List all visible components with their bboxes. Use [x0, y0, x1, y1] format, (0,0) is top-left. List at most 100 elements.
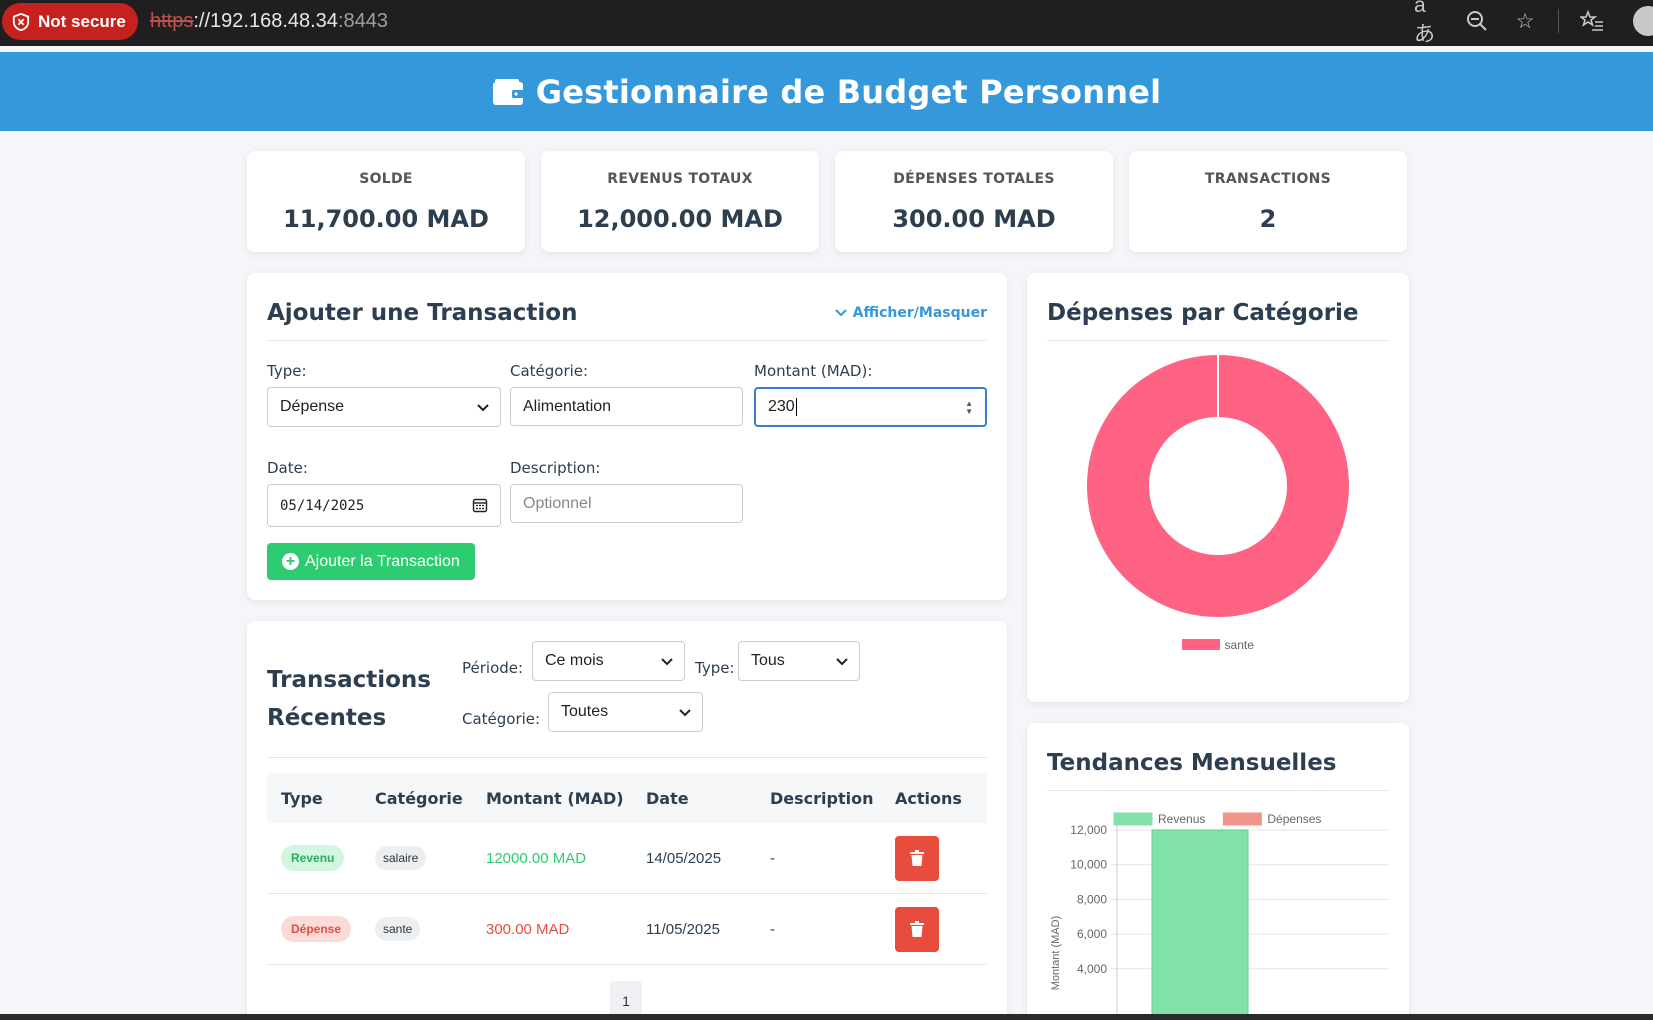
bar-revenus[interactable] [1151, 829, 1249, 1020]
legend-swatch [1182, 639, 1221, 651]
url-protocol: https [150, 10, 194, 32]
stat-value: 2 [1259, 205, 1277, 233]
legend-label: Revenus [1158, 812, 1205, 826]
favorites-icon[interactable] [1577, 6, 1607, 36]
table-row: Dépense sante 300.00 MAD 11/05/2025 - [267, 894, 987, 965]
window-bottom-edge [0, 1014, 1653, 1020]
add-transaction-card: Ajouter une Transaction Afficher/Masquer… [247, 273, 1007, 600]
toggle-form-link[interactable]: Afficher/Masquer [834, 305, 987, 321]
delete-button[interactable] [895, 835, 939, 881]
category-filter-label: Catégorie: [462, 710, 541, 728]
column-header: Type [281, 788, 323, 808]
stat-card-expenses: DÉPENSES TOTALES 300.00 MAD [835, 151, 1113, 252]
toggle-label: Afficher/Masquer [852, 305, 987, 321]
bookmark-star-icon[interactable]: ☆ [1510, 6, 1540, 36]
column-header: Actions [895, 788, 962, 808]
stat-card-transactions: TRANSACTIONS 2 [1129, 151, 1407, 252]
url-host: ://192.168.48.34 [193, 10, 338, 32]
y-tick-label: 12,000 [1070, 823, 1107, 837]
profile-avatar[interactable] [1633, 6, 1653, 36]
stat-card-income: REVENUS TOTAUX 12,000.00 MAD [541, 151, 819, 252]
stat-label: REVENUS TOTAUX [607, 171, 753, 187]
legend-label: Dépenses [1267, 812, 1321, 826]
description-input[interactable]: Optionnel [510, 484, 743, 523]
pie-chart [1085, 353, 1351, 619]
plus-circle-icon: + [282, 553, 299, 570]
stat-label: TRANSACTIONS [1204, 171, 1332, 187]
stat-value: 12,000.00 MAD [577, 205, 783, 233]
form-title: Ajouter une Transaction [267, 300, 578, 326]
category-input[interactable]: Alimentation [510, 387, 743, 426]
stat-label: SOLDE [359, 171, 413, 187]
date-input[interactable]: 05/14/2025 [267, 484, 501, 527]
trash-icon [910, 921, 924, 937]
date-cell: 14/05/2025 [646, 849, 722, 867]
type-select-value: Dépense [280, 398, 345, 415]
category-label: Catégorie: [510, 362, 589, 380]
y-axis-label: Montant (MAD) [1050, 916, 1062, 991]
text-cursor [795, 398, 797, 416]
type-filter-select[interactable]: Tous [738, 641, 860, 681]
calendar-icon[interactable] [472, 497, 488, 513]
period-filter-label: Période: [462, 659, 524, 677]
add-transaction-label: Ajouter la Transaction [305, 552, 460, 570]
stat-value: 300.00 MAD [892, 205, 1056, 233]
pie-slice[interactable] [1085, 353, 1351, 619]
divider [1047, 340, 1389, 341]
legend-swatch [1222, 812, 1262, 826]
number-spinner[interactable]: ▲ ▼ [965, 400, 973, 416]
stat-value: 11,700.00 MAD [283, 205, 489, 233]
type-badge: Revenu [281, 845, 345, 871]
column-header: Catégorie [375, 788, 463, 808]
column-header: Montant (MAD) [486, 788, 624, 808]
period-filter-value: Ce mois [545, 652, 604, 669]
bar-chart: Revenus Dépenses 12,000 10,000 8,000 6,000 4,0… [1050, 812, 1389, 1020]
stat-label: DÉPENSES TOTALES [893, 171, 1055, 187]
transactions-card: Transactions Récentes Période: Ce mois T… [247, 621, 1007, 1020]
amount-input[interactable]: 230 ▲ ▼ [754, 387, 987, 427]
divider [267, 757, 987, 758]
legend-swatch [1113, 812, 1153, 826]
divider [267, 340, 987, 341]
type-filter-label: Type: [695, 659, 735, 677]
delete-button[interactable] [895, 906, 939, 952]
address-bar[interactable]: https://192.168.48.34:8443 [150, 10, 388, 33]
y-tick-label: 10,000 [1070, 858, 1107, 872]
type-select[interactable]: Dépense [267, 387, 501, 427]
expenses-by-category-card: Dépenses par Catégorie sante [1027, 273, 1409, 702]
legend-label: sante [1224, 638, 1254, 652]
y-tick-label: 8,000 [1077, 892, 1107, 906]
trash-icon [910, 850, 924, 866]
amount-cell: 12000.00 MAD [486, 849, 587, 867]
table-row: Revenu salaire 12000.00 MAD 14/05/2025 - [267, 823, 987, 894]
date-input-value: 05/14/2025 [280, 497, 365, 514]
transactions-table: Type Catégorie Montant (MAD) Date Descri… [267, 773, 987, 965]
amount-label: Montant (MAD): [754, 362, 873, 380]
transactions-title-line1: Transactions [267, 667, 431, 693]
security-label: Not secure [38, 11, 126, 31]
zoom-out-icon[interactable] [1462, 6, 1492, 36]
trend-chart-title: Tendances Mensuelles [1047, 750, 1337, 776]
amount-input-value: 230 [768, 398, 795, 415]
security-indicator[interactable]: Not secure [2, 3, 138, 40]
category-filter-select[interactable]: Toutes [548, 692, 703, 732]
pie-legend[interactable]: sante [1027, 636, 1409, 654]
period-filter-select[interactable]: Ce mois [532, 641, 685, 681]
description-cell: - [770, 849, 775, 867]
translate-icon[interactable]: aあ [1414, 0, 1444, 46]
date-cell: 11/05/2025 [646, 920, 720, 938]
stat-card-balance: SOLDE 11,700.00 MAD [247, 151, 525, 252]
toolbar-divider [1558, 9, 1559, 33]
type-badge: Dépense [281, 916, 352, 942]
category-input-value: Alimentation [523, 397, 612, 415]
type-filter-value: Tous [751, 652, 785, 669]
chevron-down-icon [477, 404, 489, 412]
add-transaction-button[interactable]: + Ajouter la Transaction [267, 543, 475, 580]
monthly-trends-card: Tendances Mensuelles Revenus Dépenses 12,0… [1027, 723, 1409, 1020]
divider [1047, 790, 1389, 791]
chevron-down-icon [836, 658, 848, 666]
pie-chart-title: Dépenses par Catégorie [1047, 300, 1359, 326]
transactions-title-line2: Récentes [267, 705, 387, 731]
url-port: :8443 [337, 10, 388, 32]
category-pill: salaire [375, 846, 427, 870]
